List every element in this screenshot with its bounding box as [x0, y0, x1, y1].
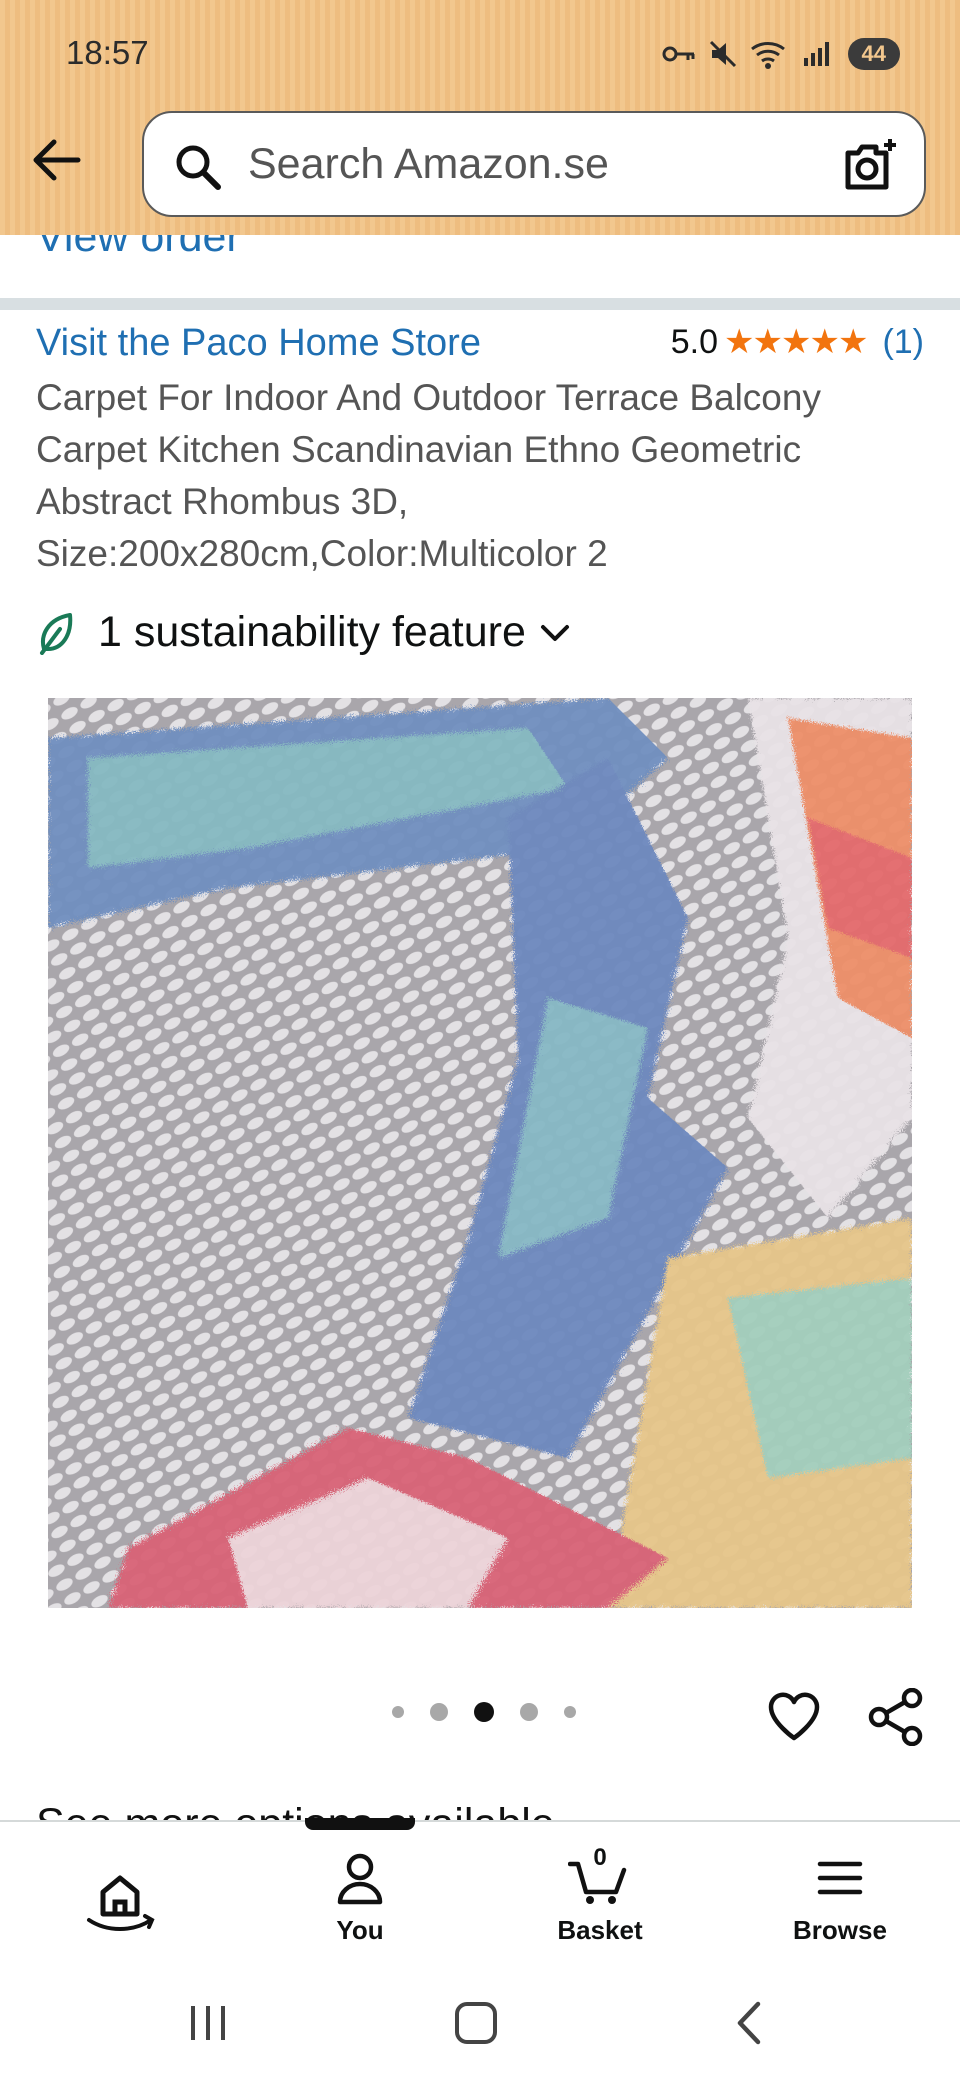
chevron-down-icon — [540, 624, 569, 641]
wishlist-button[interactable] — [766, 1688, 822, 1749]
system-back-icon[interactable] — [728, 2000, 774, 2046]
nav-basket[interactable]: 0 Basket — [520, 1844, 680, 1946]
battery-indicator: 44 — [847, 38, 900, 70]
nav-you[interactable]: You — [280, 1850, 440, 1946]
rating-score: 5.0 — [670, 322, 719, 361]
store-link[interactable]: Visit the Paco Home Store — [36, 322, 481, 365]
app-header: 18:57 44 Search Amazon.se — [0, 0, 960, 235]
status-time: 18:57 — [66, 34, 149, 71]
nav-you-label: You — [336, 1915, 384, 1945]
heart-icon — [768, 1692, 820, 1741]
status-icons: 44 — [662, 38, 900, 70]
carousel-dot[interactable] — [520, 1703, 538, 1721]
product-image[interactable] — [48, 698, 912, 1608]
carousel-dot-active[interactable] — [474, 1702, 494, 1722]
bottom-nav: You 0 Basket Browse — [0, 1818, 960, 1972]
system-nav-bar — [0, 1970, 960, 2080]
carousel-dot[interactable] — [430, 1703, 448, 1721]
search-bar[interactable]: Search Amazon.se — [142, 111, 926, 217]
nav-browse[interactable]: Browse — [760, 1850, 920, 1946]
section-divider — [0, 298, 960, 310]
menu-icon — [817, 1861, 863, 1895]
view-order-strip: View order — [0, 235, 960, 295]
nav-browse-label: Browse — [793, 1915, 887, 1945]
sustainability-toggle[interactable]: 1 sustainability feature — [36, 608, 570, 657]
rating-count[interactable]: (1) — [882, 323, 924, 362]
share-button[interactable] — [868, 1687, 924, 1751]
sustainability-label: 1 sustainability feature — [98, 608, 526, 656]
vpn-key-icon — [662, 46, 695, 62]
basket-count-badge: 0 — [593, 1844, 607, 1871]
product-title: Carpet For Indoor And Outdoor Terrace Ba… — [36, 377, 821, 574]
carousel-dots[interactable] — [392, 1702, 576, 1722]
search-input[interactable]: Search Amazon.se — [248, 140, 609, 189]
nav-basket-label: Basket — [557, 1915, 643, 1945]
search-icon — [176, 145, 221, 190]
camera-search-icon[interactable] — [842, 137, 900, 195]
signal-icon — [803, 42, 829, 66]
carpet-photo — [48, 698, 912, 1608]
wifi-icon — [750, 42, 785, 69]
leaf-icon — [40, 612, 73, 655]
home-icon — [87, 1875, 155, 1931]
rating-summary[interactable]: 5.0 ★★★★★ (1) — [671, 322, 924, 362]
mute-icon — [709, 40, 736, 68]
back-button[interactable] — [28, 135, 84, 185]
view-order-link[interactable]: View order — [36, 235, 241, 262]
carousel-dot[interactable] — [392, 1706, 404, 1718]
carousel-dot[interactable] — [564, 1706, 576, 1718]
next-section-heading: See more options available — [36, 1800, 555, 1820]
home-button-icon[interactable] — [453, 2000, 499, 2046]
recent-apps-icon[interactable] — [185, 2000, 231, 2046]
star-rating-icon: ★★★★★ — [724, 323, 868, 361]
active-tab-indicator — [305, 1818, 415, 1830]
user-icon — [337, 1853, 383, 1905]
nav-home[interactable] — [40, 1850, 200, 1949]
arrow-left-icon — [33, 139, 81, 181]
share-icon — [868, 1687, 923, 1747]
